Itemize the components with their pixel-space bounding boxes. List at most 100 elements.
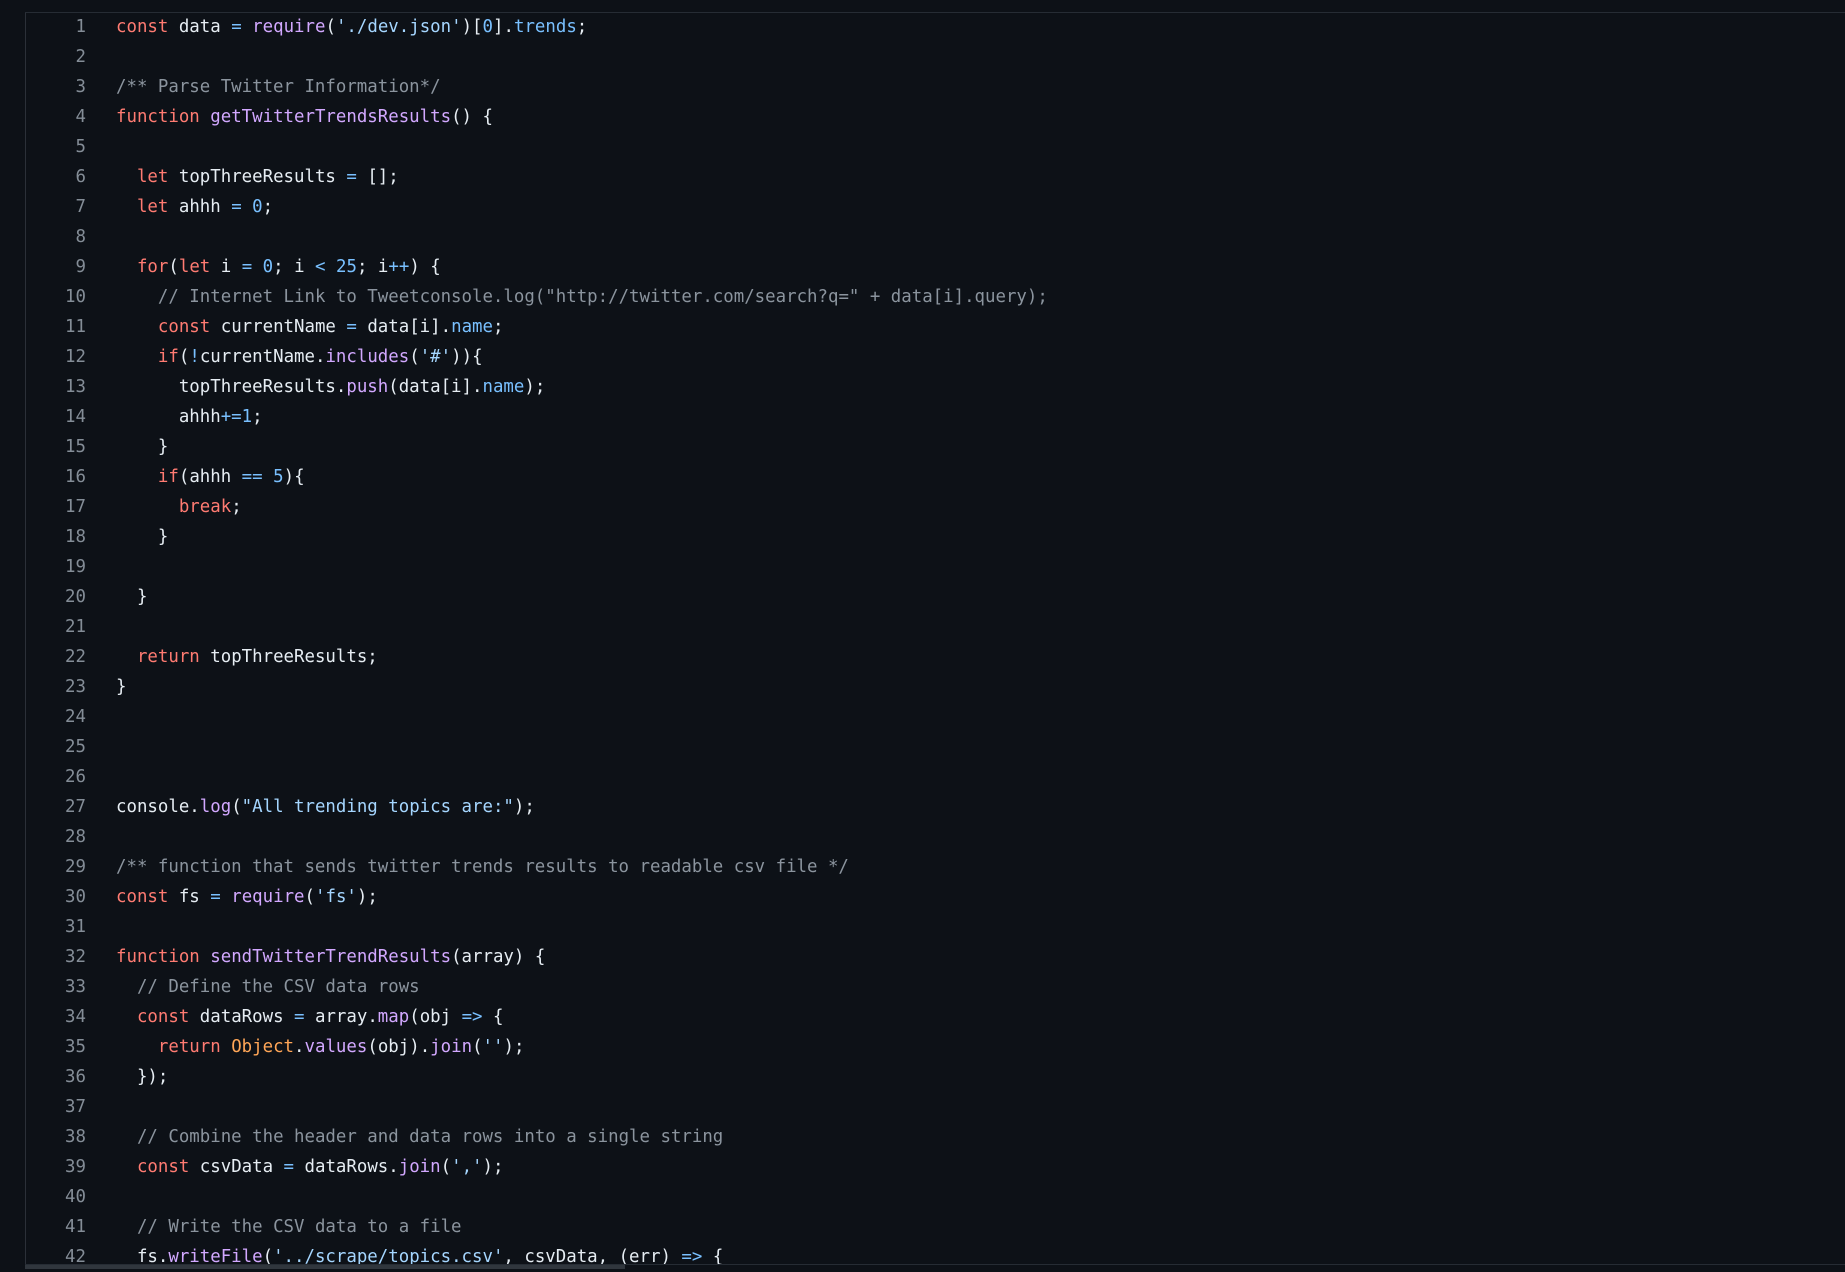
code-line[interactable]: 13 topThreeResults.push(data[i].name); <box>25 372 1845 402</box>
code-editor[interactable]: 1 const data = require('./dev.json')[0].t… <box>0 0 1845 1269</box>
code-line[interactable]: 41 // Write the CSV data to a file <box>25 1212 1845 1242</box>
code-token: for <box>136 257 169 277</box>
line-number: 40 <box>65 1187 86 1207</box>
code-line[interactable]: 39 const csvData = dataRows.join(','); <box>25 1152 1845 1182</box>
line-code: const fs = require('fs'); <box>116 882 378 912</box>
code-token: sendTwitterTrendResults <box>210 947 452 967</box>
code-line[interactable]: 18 } <box>25 522 1845 552</box>
line-code: /** function that sends twitter trends r… <box>116 852 849 882</box>
code-line[interactable]: 30 const fs = require('fs'); <box>25 882 1845 912</box>
horizontal-scrollbar-thumb[interactable] <box>25 1265 625 1269</box>
code-line[interactable]: 34 const dataRows = array.map(obj => { <box>25 1002 1845 1032</box>
line-code: const currentName = data[i].name; <box>116 312 504 342</box>
horizontal-scrollbar[interactable] <box>25 1264 1845 1269</box>
code-line[interactable]: 20 } <box>25 582 1845 612</box>
line-code: } <box>116 522 168 552</box>
code-token: // Write the CSV data to a file <box>136 1217 462 1237</box>
code-line[interactable]: 17 break; <box>25 492 1845 522</box>
code-line[interactable]: 5 <box>25 132 1845 162</box>
line-number: 3 <box>75 77 86 97</box>
code-token: )){ <box>451 347 483 367</box>
code-line[interactable]: 2 <box>25 42 1845 72</box>
line-number: 12 <box>65 347 86 367</box>
line-code: const csvData = dataRows.join(','); <box>116 1152 504 1182</box>
line-number: 21 <box>65 617 86 637</box>
code-line[interactable]: 11 const currentName = data[i].name; <box>25 312 1845 342</box>
line-number: 14 <box>65 407 86 427</box>
code-line[interactable]: 1 const data = require('./dev.json')[0].t… <box>25 12 1845 42</box>
code-token: dataRows <box>189 1007 295 1027</box>
code-token: ; <box>576 17 588 37</box>
code-line[interactable]: 4 function getTwitterTrendsResults() { <box>25 102 1845 132</box>
code-line[interactable]: 6 let topThreeResults = []; <box>25 162 1845 192</box>
code-line[interactable]: 26 <box>25 762 1845 792</box>
code-token: function <box>116 107 200 127</box>
code-area[interactable]: 1 const data = require('./dev.json')[0].t… <box>25 12 1845 1272</box>
line-number: 37 <box>65 1097 86 1117</box>
code-token: 25 <box>336 257 357 277</box>
code-line[interactable]: 24 <box>25 702 1845 732</box>
code-token: < <box>315 257 326 277</box>
code-line[interactable]: 7 let ahhh = 0; <box>25 192 1845 222</box>
code-token: ); <box>482 1157 504 1177</box>
code-token: const <box>136 1007 190 1027</box>
code-token: ( <box>178 347 190 367</box>
code-line[interactable]: 3 /** Parse Twitter Information*/ <box>25 72 1845 102</box>
code-token: ahhh <box>168 197 232 217</box>
code-token: 1 <box>241 407 253 427</box>
code-line[interactable]: 40 <box>25 1182 1845 1212</box>
line-number: 36 <box>65 1067 86 1087</box>
code-token: break <box>178 497 232 517</box>
code-line[interactable]: 29 /** function that sends twitter trends… <box>25 852 1845 882</box>
code-line[interactable]: 27 console.log("All trending topics are:"… <box>25 792 1845 822</box>
line-number: 4 <box>75 107 86 127</box>
line-number: 32 <box>65 947 86 967</box>
code-line[interactable]: 12 if(!currentName.includes('#')){ <box>25 342 1845 372</box>
code-token: ',' <box>451 1157 483 1177</box>
line-number: 38 <box>65 1127 86 1147</box>
code-line[interactable]: 33 // Define the CSV data rows <box>25 972 1845 1002</box>
code-token: log <box>199 797 232 817</box>
code-token: require <box>231 887 305 907</box>
code-line[interactable]: 36 }); <box>25 1062 1845 1092</box>
code-line[interactable]: 35 return Object.values(obj).join(''); <box>25 1032 1845 1062</box>
code-token: ; <box>252 407 263 427</box>
code-token: "All trending topics are:" <box>241 797 514 817</box>
code-line[interactable]: 37 <box>25 1092 1845 1122</box>
code-token: = <box>283 1157 295 1177</box>
code-token: data <box>168 17 232 37</box>
code-line[interactable]: 32 function sendTwitterTrendResults(array… <box>25 942 1845 972</box>
code-line[interactable]: 23} <box>25 672 1845 702</box>
code-line[interactable]: 38 // Combine the header and data rows i… <box>25 1122 1845 1152</box>
code-line[interactable]: 31 <box>25 912 1845 942</box>
code-line[interactable]: 16 if(ahhh == 5){ <box>25 462 1845 492</box>
code-line[interactable]: 28 <box>25 822 1845 852</box>
activity-gutter <box>0 0 26 1269</box>
line-code: } <box>116 672 126 702</box>
code-line[interactable]: 9 for(let i = 0; i < 25; i++) { <box>25 252 1845 282</box>
code-token: = <box>346 317 357 337</box>
code-token: ; <box>231 497 242 517</box>
code-token: console. <box>116 797 200 817</box>
code-line[interactable]: 19 <box>25 552 1845 582</box>
code-line[interactable]: 25 <box>25 732 1845 762</box>
code-line[interactable]: 8 <box>25 222 1845 252</box>
code-token: csvData <box>189 1157 284 1177</box>
code-line[interactable]: 21 <box>25 612 1845 642</box>
code-line[interactable]: 10 // Internet Link to Tweetconsole.log(… <box>25 282 1845 312</box>
code-token: topThreeResults <box>168 167 347 187</box>
code-token: name <box>482 377 525 397</box>
code-token: ; i <box>356 257 389 277</box>
code-token: = <box>294 1007 305 1027</box>
code-token: const <box>116 17 169 37</box>
code-line[interactable]: 15 } <box>25 432 1845 462</box>
code-token: } <box>116 587 148 607</box>
code-line[interactable]: 14 ahhh+=1; <box>25 402 1845 432</box>
code-line[interactable]: 22 return topThreeResults; <box>25 642 1845 672</box>
